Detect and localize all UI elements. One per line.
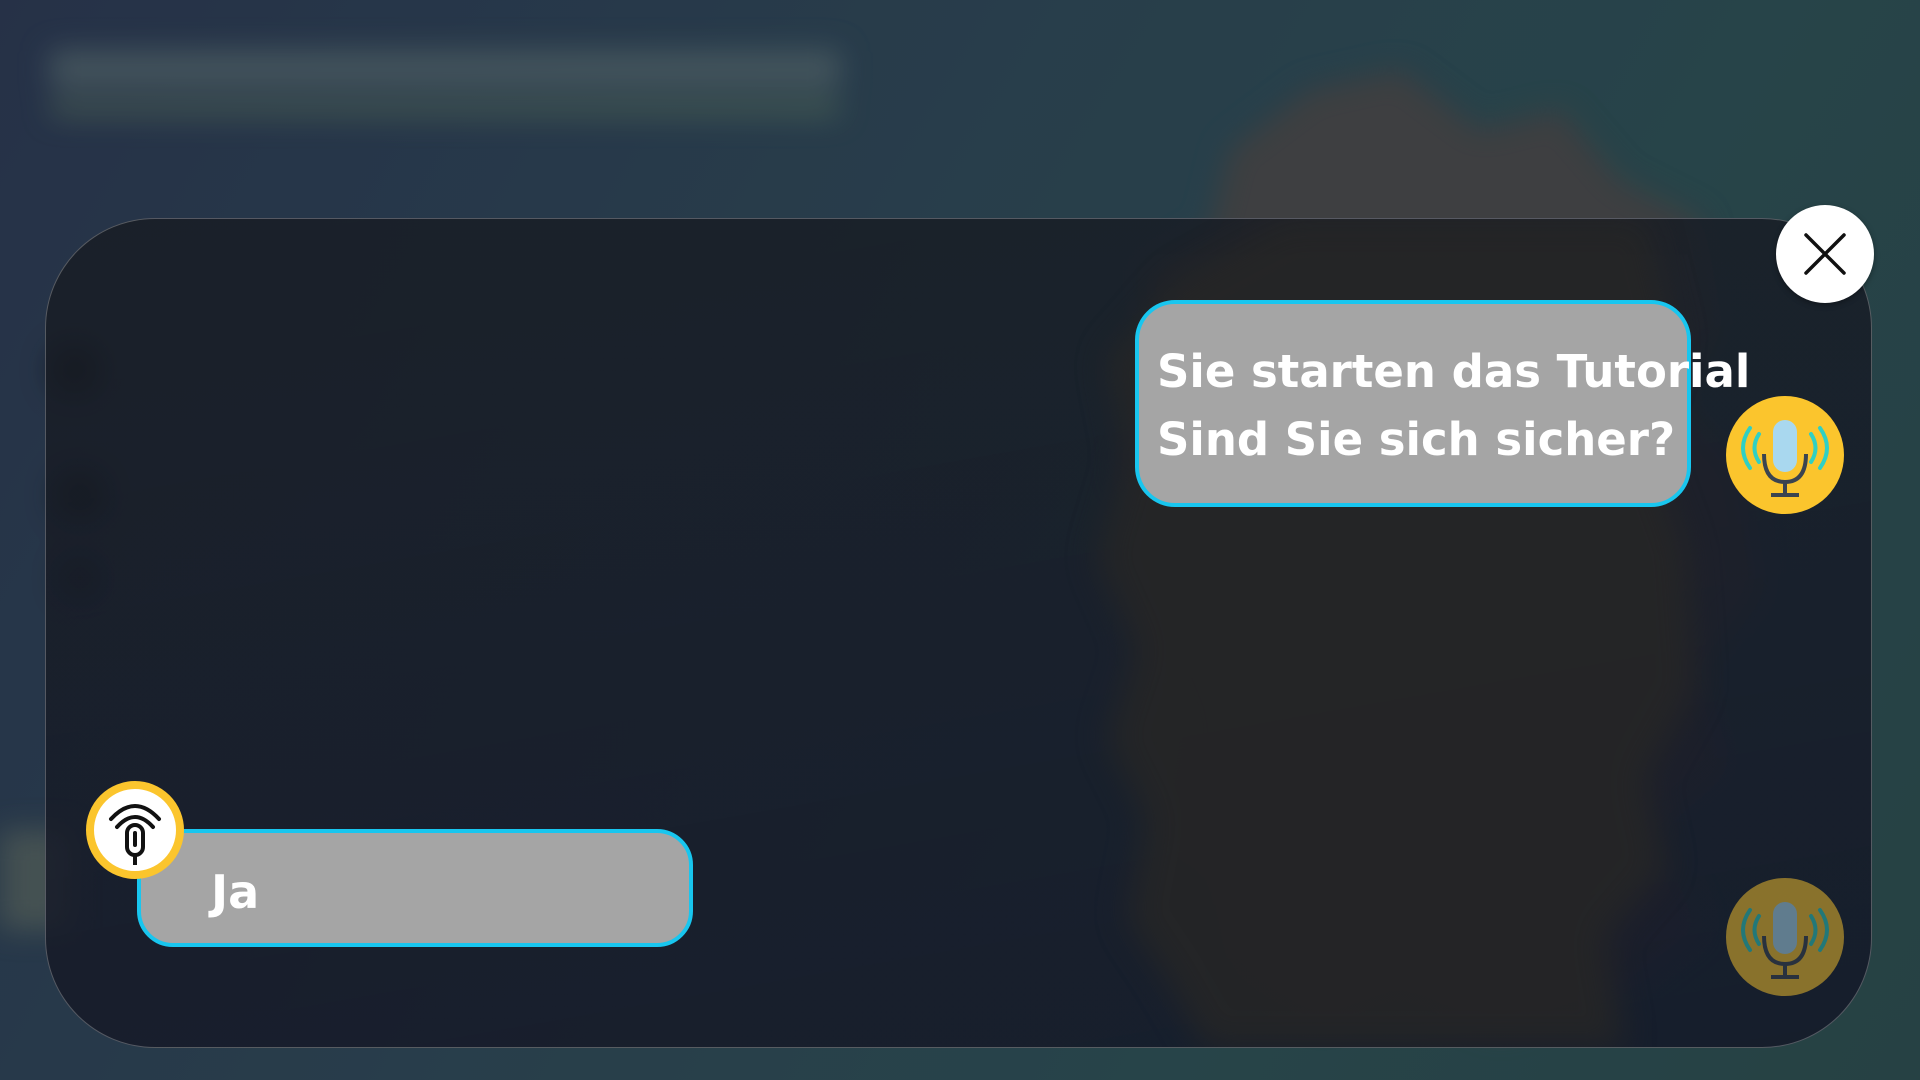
close-button[interactable] [1776, 205, 1874, 303]
user-message-text: Ja [211, 865, 260, 919]
bot-message-line-2: Sind Sie sich sicher? [1157, 413, 1676, 466]
bot-message-line-1: Sie starten das Tutorial [1157, 345, 1751, 398]
bot-microphone-badge [1726, 396, 1844, 514]
microphone-button[interactable] [1726, 878, 1844, 996]
bot-message-bubble: Sie starten das Tutorial Sind Sie sich s… [1135, 300, 1751, 507]
microphone-listening-icon [109, 804, 161, 865]
microphone-speaking-icon [1741, 420, 1829, 497]
user-message-bubble: Ja [137, 829, 693, 947]
app-stage: Sie starten das Tutorial Sind Sie sich s… [0, 0, 1920, 1080]
user-microphone-badge[interactable] [86, 781, 184, 879]
close-icon [1804, 233, 1846, 275]
microphone-speaking-icon [1741, 902, 1829, 979]
